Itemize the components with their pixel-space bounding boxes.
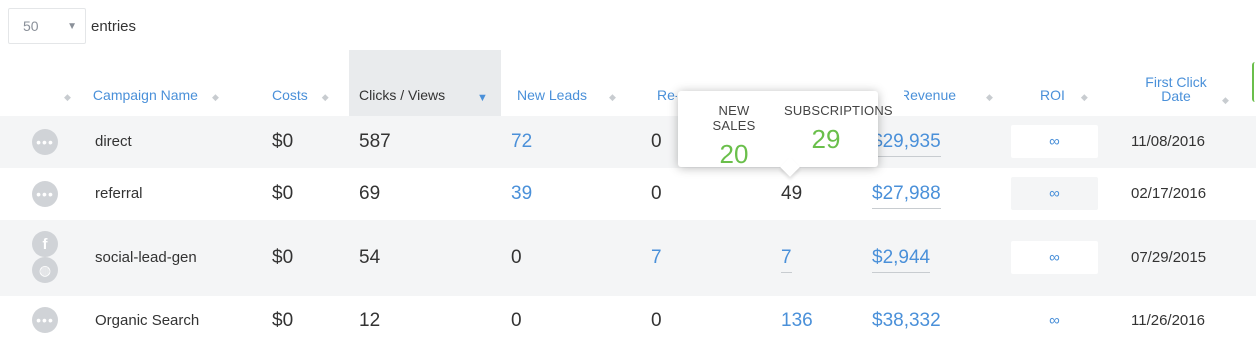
col-label: Campaign Name	[92, 87, 198, 103]
more-options-icon[interactable]: •••	[32, 129, 58, 155]
first-click-date: 11/08/2016	[1131, 133, 1205, 150]
clicks-value: 587	[359, 131, 391, 152]
tooltip-label: SUBSCRIPTIONS	[784, 103, 893, 118]
entries-label: entries	[91, 17, 137, 35]
clicks-value: 54	[359, 247, 381, 268]
table-row: ••• direct $0 587 72 0 $29,935 ∞ 11/08/2…	[0, 116, 1256, 168]
column-settings-edge[interactable]	[1252, 62, 1256, 102]
col-clicks-views[interactable]: Clicks / Views ▼	[349, 50, 501, 116]
more-options-icon[interactable]: •••	[32, 307, 58, 333]
col-label: Costs	[272, 87, 308, 103]
costs-value: $0	[272, 131, 294, 152]
clicks-value: 12	[359, 310, 381, 331]
campaign-name: referral	[95, 185, 143, 202]
costs-value: $0	[272, 247, 294, 268]
leads-value[interactable]: 72	[511, 131, 532, 153]
sort-icon: ◆	[211, 92, 219, 102]
col-reoptins[interactable]: Re-Optins	[657, 50, 677, 116]
revenue-value[interactable]: $2,944	[872, 247, 931, 273]
campaign-name: direct	[95, 133, 132, 150]
entries-control: 50 ▼ entries	[8, 8, 136, 44]
entries-select[interactable]: 50 ▼	[8, 8, 86, 44]
revenue-value[interactable]: $29,935	[872, 131, 941, 157]
col-label: Clicks / Views	[359, 87, 446, 103]
first-click-date: 02/17/2016	[1131, 185, 1207, 202]
revenue-value[interactable]: $38,332	[872, 310, 941, 332]
col-label-line1: First Click	[1145, 74, 1207, 90]
facebook-icon[interactable]: f	[32, 231, 58, 257]
tooltip-value: 20	[719, 139, 749, 169]
reoptins-value[interactable]: 7	[651, 247, 662, 269]
clicks-value: 69	[359, 183, 381, 204]
tooltip-subscriptions: SUBSCRIPTIONS 29	[784, 103, 893, 155]
reoptins-value: 0	[651, 310, 662, 331]
sort-icon: ◆	[64, 92, 71, 102]
col-campaign-name[interactable]: ◆ Campaign Name ◆	[64, 50, 219, 116]
chevron-down-icon: ▼	[67, 20, 77, 32]
first-click-date: 11/26/2016	[1131, 312, 1205, 329]
reoptins-value: 0	[651, 183, 662, 204]
roi-value: ∞	[1011, 304, 1098, 337]
campaign-name: social-lead-gen	[95, 249, 197, 266]
tooltip-value: 29	[811, 124, 841, 154]
roi-value: ∞	[1011, 177, 1098, 210]
col-label-line2: Date	[1161, 88, 1191, 104]
globe-icon[interactable]: ◍	[32, 257, 58, 283]
sales-value: 49	[781, 183, 803, 204]
col-first-click-date[interactable]: First Click Date	[1136, 50, 1216, 116]
table-row: ••• referral $0 69 39 0 49 $27,988 ∞ 02/…	[0, 168, 1256, 220]
tooltip-label: NEW SALES	[712, 103, 756, 133]
sales-value[interactable]: 7	[781, 247, 792, 273]
entries-select-value: 50	[23, 18, 39, 34]
roi-value: ∞	[1011, 241, 1098, 274]
table-row: ••• Organic Search $0 12 0 0 136 $38,332…	[0, 296, 1256, 337]
sort-icon: ◆	[1222, 95, 1229, 105]
tooltip-new-sales: NEW SALES 20	[696, 103, 772, 170]
sales-tooltip: NEW SALES 20 SUBSCRIPTIONS 29	[678, 91, 893, 177]
leads-value: 0	[511, 247, 522, 268]
col-label: Revenue	[900, 87, 957, 103]
col-new-leads[interactable]: New Leads ◆	[517, 50, 616, 116]
costs-value: $0	[272, 310, 294, 331]
leads-value: 0	[511, 310, 522, 331]
col-label: ROI	[1040, 87, 1065, 103]
more-options-icon[interactable]: •••	[32, 181, 58, 207]
sort-icon: ◆	[986, 92, 993, 102]
col-label: Re-Optins	[657, 87, 677, 103]
table-row: f ◍ social-lead-gen $0 54 0 7 7 $2,944 ∞…	[0, 220, 1256, 296]
first-click-date: 07/29/2015	[1131, 249, 1207, 266]
table-header: ◆ Campaign Name ◆ Costs ◆ Clicks / Views…	[0, 50, 1256, 116]
leads-value[interactable]: 39	[511, 183, 532, 205]
col-revenue[interactable]: Revenue ◆	[900, 50, 993, 116]
reoptins-value: 0	[651, 131, 662, 152]
sort-icon: ◆	[321, 92, 329, 102]
sort-desc-icon: ▼	[477, 92, 488, 104]
roi-value: ∞	[1011, 125, 1098, 158]
campaign-name: Organic Search	[95, 312, 200, 329]
col-costs[interactable]: Costs ◆	[272, 50, 329, 116]
sort-icon: ◆	[1080, 92, 1088, 102]
revenue-value[interactable]: $27,988	[872, 183, 941, 209]
col-roi[interactable]: ROI ◆	[1040, 50, 1088, 116]
costs-value: $0	[272, 183, 294, 204]
sales-value[interactable]: 136	[781, 310, 813, 332]
col-label: New Leads	[517, 87, 588, 103]
sort-icon: ◆	[609, 92, 616, 102]
